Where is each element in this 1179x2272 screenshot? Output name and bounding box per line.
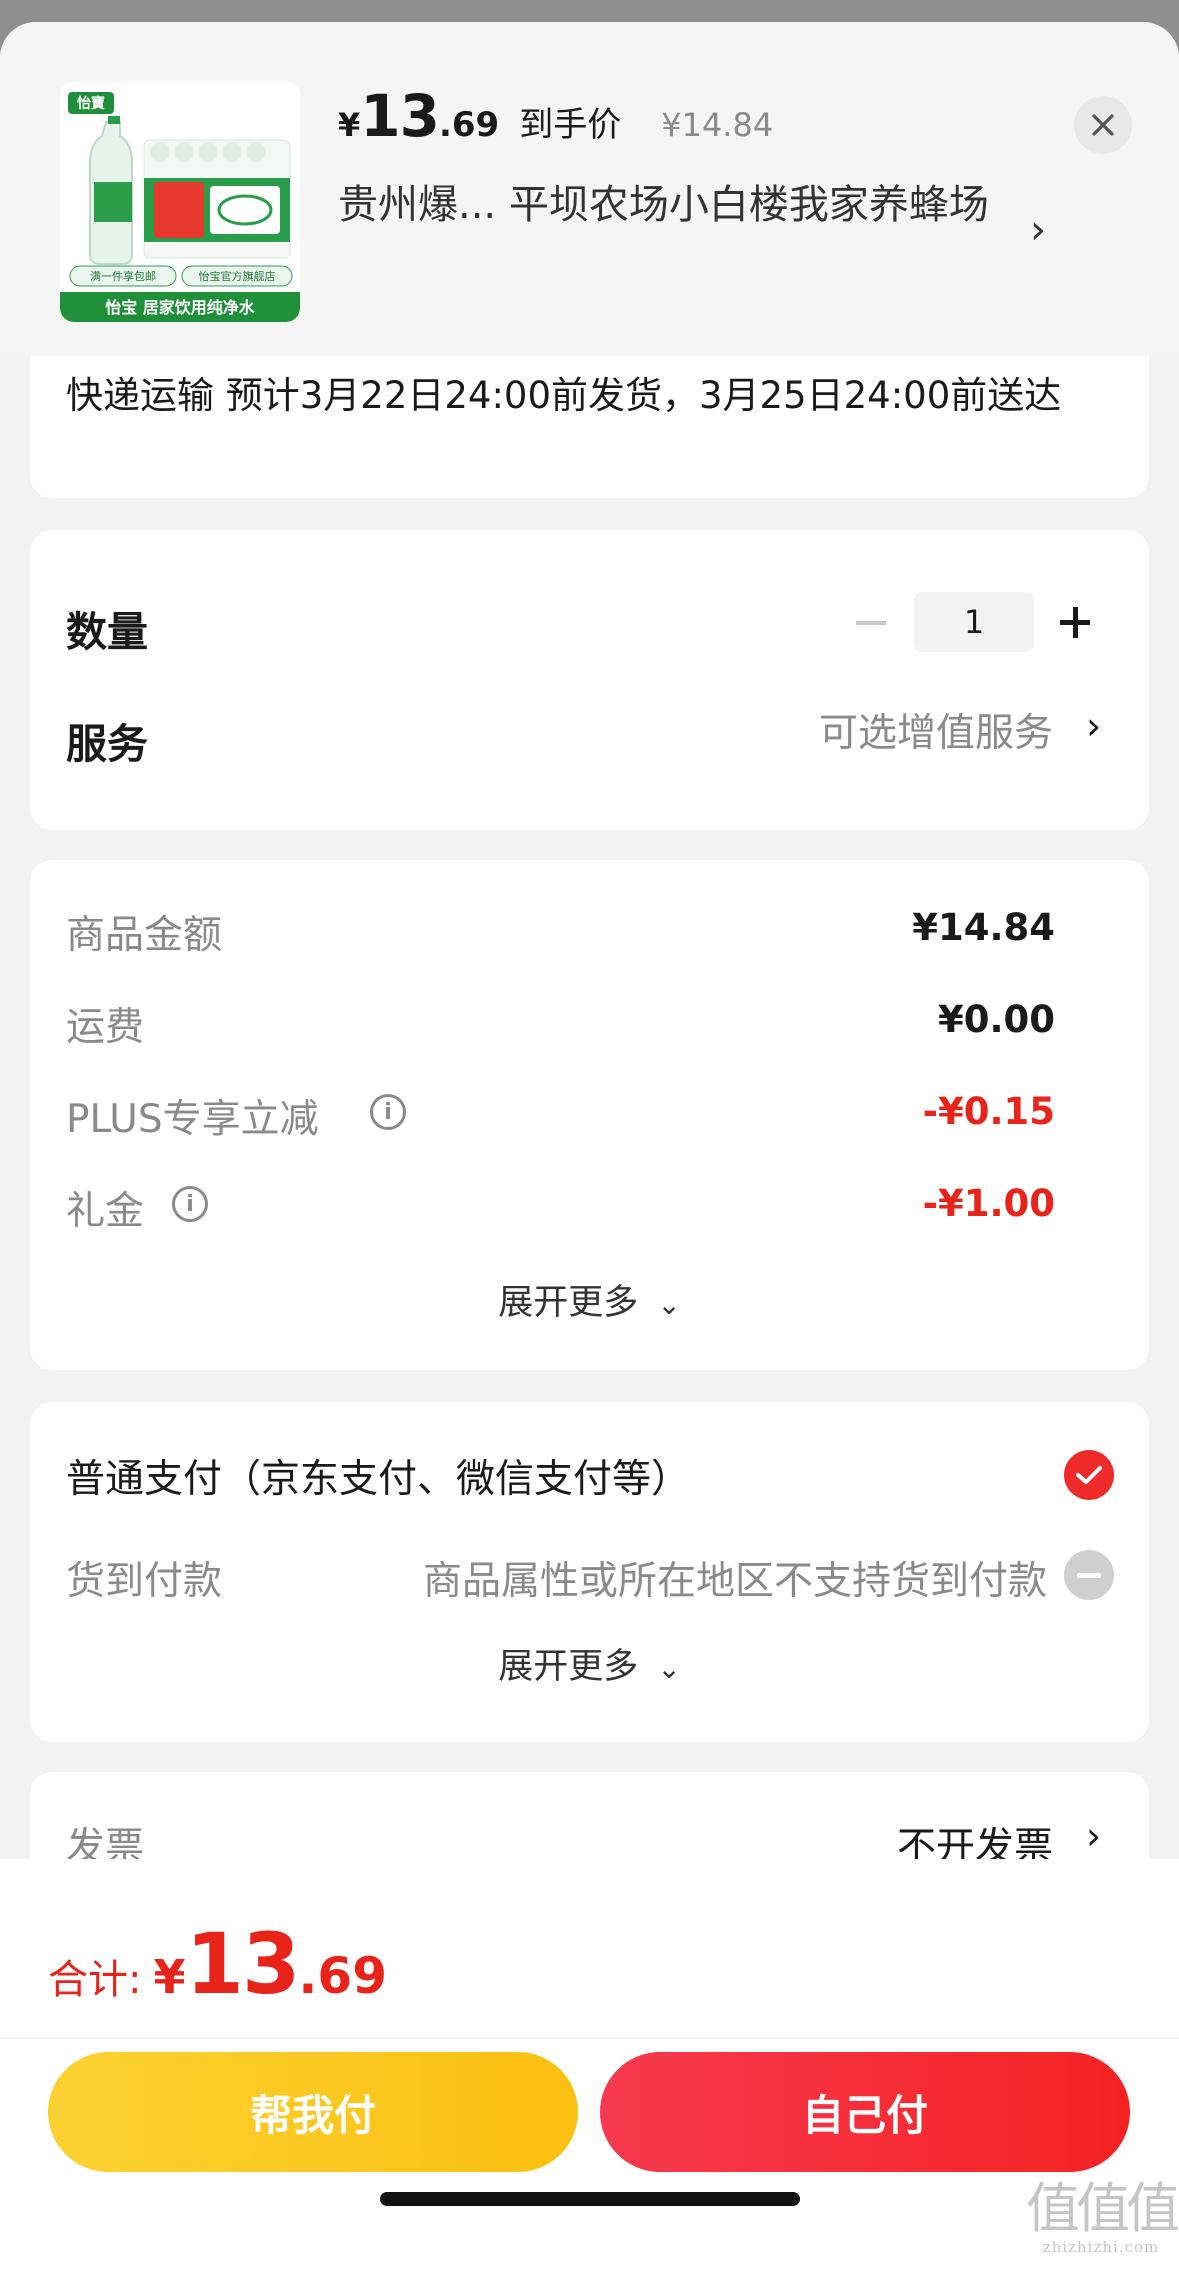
selected-check-icon[interactable] [1064,1450,1114,1500]
chevron-right-icon[interactable]: › [1086,1814,1101,1858]
site-watermark: 值值值 zhizhizhi.com [1026,2177,1179,2257]
amount-value-plus-discount: -¥0.15 [922,1090,1055,1133]
expand-more-payment[interactable]: 展开更多 ⌄ [30,1638,1149,1689]
total-integer: 13 [185,1915,301,2013]
info-icon[interactable]: i [172,1186,208,1222]
order-sheet: 快递运输 预计3月22日24:00前发货，3月25日24:00前送达 怡寶 满一… [0,22,1179,2272]
product-image[interactable]: 怡寶 满一件享包邮 怡宝官方旗舰店 怡宝 居家饮用纯净水 [60,82,300,322]
amount-label-plus-discount: PLUS专享立减 [66,1097,319,1142]
amount-value-gift-credit: -¥1.00 [922,1182,1055,1225]
expand-more-amounts[interactable]: 展开更多 ⌄ [30,1274,1149,1325]
price-integer: 13 [360,82,440,150]
pay-myself-button[interactable]: 自己付 [600,2052,1130,2172]
service-options-link[interactable]: 可选增值服务 [819,702,1053,758]
total-symbol: ¥ [153,1950,186,2004]
cod-unavailable-note: 商品属性或所在地区不支持货到付款 [422,1559,1047,1604]
amount-label-shipping: 运费 [66,1005,145,1050]
payment-card: 普通支付（京东支付、微信支付等） 货到付款 商品属性或所在地区不支持货到付款 展… [30,1402,1149,1742]
amount-card: 商品金额 ¥14.84 运费 ¥0.00 PLUS专享立减 i -¥0.15 礼… [30,860,1149,1370]
divider [0,2037,1179,2039]
chevron-right-icon[interactable]: › [1086,704,1101,748]
quantity-decrease-button[interactable] [856,621,886,625]
badge-free-shipping: 满一件享包邮 [90,269,156,283]
watermark-logo: 值值值 [1026,2177,1179,2240]
chevron-down-icon: ⌄ [657,1288,681,1321]
amount-value-subtotal: ¥14.84 [912,906,1055,949]
watermark-domain: zhizhizhi.com [1042,2238,1160,2256]
amount-label-subtotal: 商品金额 [66,913,223,958]
price-decimal: .69 [438,105,500,145]
final-price-label: 到手价 [519,105,622,145]
close-icon [1092,114,1114,136]
price-symbol: ¥ [338,106,361,144]
store-name[interactable]: 贵州爆... 平坝农场小白楼我家养蜂场 [338,172,1018,238]
info-icon[interactable]: i [370,1094,406,1130]
total-label: 合计: [48,1957,142,2003]
payment-option-cod: 货到付款 [66,1559,223,1604]
amount-label-gift-credit: 礼金 [66,1189,145,1234]
price-row: ¥ 13 .69 到手价 ¥14.84 [338,82,773,152]
quantity-label: 数量 [66,608,148,656]
chevron-down-icon: ⌄ [657,1652,681,1685]
expand-more-label: 展开更多 [498,1283,639,1323]
service-label: 服务 [66,720,148,768]
help-me-pay-button[interactable]: 帮我付 [48,2052,578,2172]
shipping-estimate: 快递运输 预计3月22日24:00前发货，3月25日24:00前送达 [66,374,1062,417]
order-total: 合计: ¥ 13 .69 [48,1915,387,2013]
quantity-service-card: 数量 1 服务 可选增值服务 › [30,530,1149,830]
disabled-icon [1064,1550,1114,1600]
badge-official-store: 怡宝官方旗舰店 [199,269,276,283]
brand-mark: 怡寶 [77,95,105,112]
quantity-input[interactable]: 1 [914,592,1034,652]
payment-option-standard[interactable]: 普通支付（京东支付、微信支付等） [66,1448,690,1504]
expand-more-label: 展开更多 [498,1647,639,1687]
original-price: ¥14.84 [661,106,774,144]
amount-value-shipping: ¥0.00 [937,998,1055,1041]
checkout-bar: 合计: ¥ 13 .69 帮我付 自己付 [0,1859,1179,2272]
product-tagline: 怡宝 居家饮用纯净水 [105,298,256,317]
water-pack-illustration: 怡寶 满一件享包邮 怡宝官方旗舰店 怡宝 居家饮用纯净水 [60,82,300,322]
chevron-right-icon[interactable]: › [1030,207,1046,253]
close-button[interactable] [1074,96,1132,154]
product-header: 怡寶 满一件享包邮 怡宝官方旗舰店 怡宝 居家饮用纯净水 ¥ 13 .69 到手… [0,22,1179,356]
total-decimal: .69 [298,1947,387,2005]
home-indicator[interactable] [380,2192,800,2206]
